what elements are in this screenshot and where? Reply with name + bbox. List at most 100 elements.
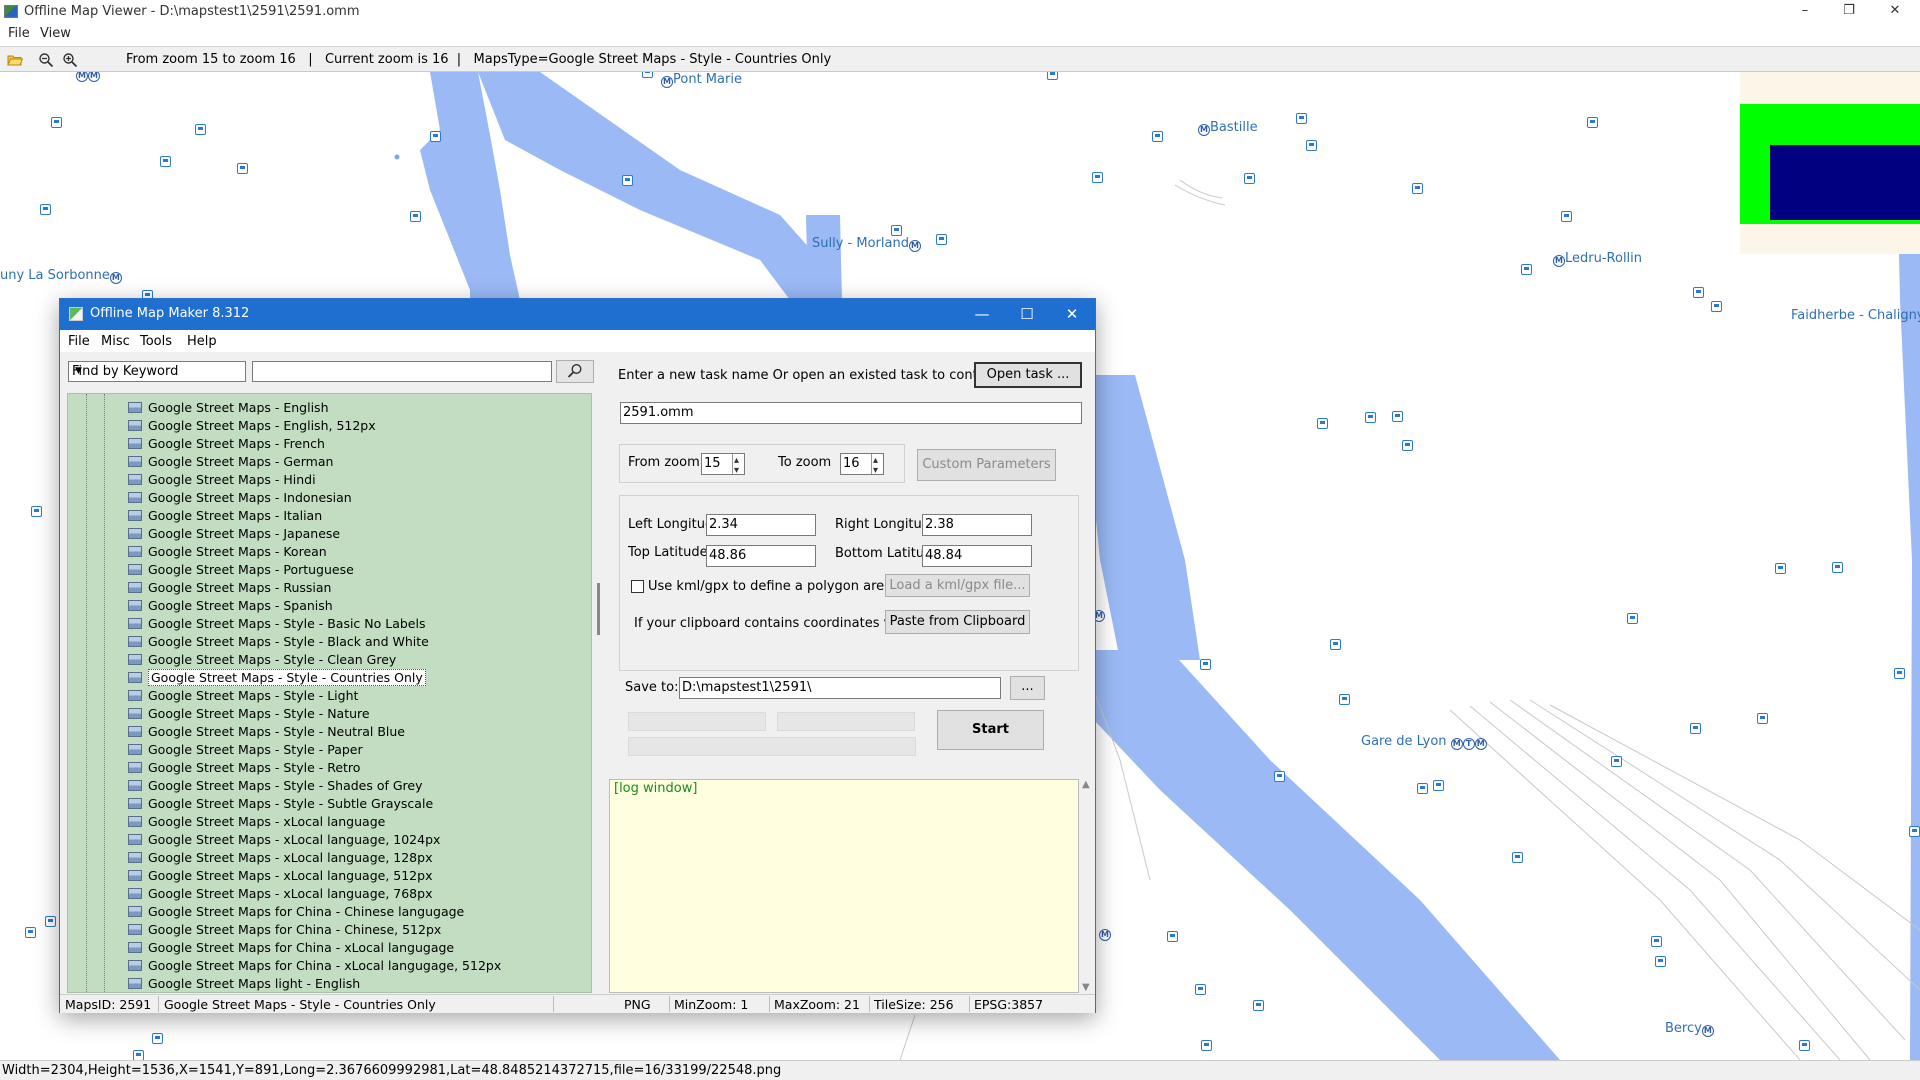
- from-zoom-spinner[interactable]: [732, 454, 744, 474]
- tree-item-label: Google Street Maps for China - xLocal la…: [148, 940, 455, 955]
- save-to-input[interactable]: D:\mapstest1\2591\: [679, 677, 1001, 699]
- dialog-maximize-button[interactable]: ☐: [1004, 299, 1050, 330]
- tree-item[interactable]: Google Street Maps - English: [128, 399, 329, 417]
- tree-item[interactable]: Google Street Maps - Style - Basic No La…: [128, 615, 425, 633]
- tree-item[interactable]: Google Street Maps - Style - Clean Grey: [128, 651, 396, 669]
- from-zoom-stepper[interactable]: 15: [701, 453, 745, 475]
- map-type-icon: [128, 960, 142, 971]
- tree-item[interactable]: Google Street Maps - Style - Black and W…: [128, 633, 429, 651]
- tree-scrollbar-thumb[interactable]: [597, 583, 600, 635]
- tree-item[interactable]: Google Street Maps - Portuguese: [128, 561, 354, 579]
- tree-item[interactable]: Google Street Maps - Indonesian: [128, 489, 352, 507]
- dialog-menu-tools[interactable]: Tools: [140, 334, 172, 349]
- tree-item[interactable]: Google Street Maps - Style - Paper: [128, 741, 363, 759]
- tree-item[interactable]: Google Street Maps for China - xLocal la…: [128, 939, 454, 957]
- dialog-menu-help[interactable]: Help: [187, 334, 217, 349]
- tree-item[interactable]: Google Street Maps - Italian: [128, 507, 322, 525]
- tree-item[interactable]: Google Street Maps - Style - Neutral Blu…: [128, 723, 405, 741]
- tree-item[interactable]: Google Street Maps - xLocal language, 12…: [128, 849, 432, 867]
- tree-item[interactable]: Google Street Maps light - English: [128, 975, 360, 992]
- bus-stop-icon: [1651, 936, 1662, 947]
- paste-from-clipboard-button[interactable]: Paste from Clipboard: [885, 610, 1030, 634]
- dialog-title: Offline Map Maker 8.312: [90, 306, 250, 321]
- open-folder-icon[interactable]: [7, 52, 23, 68]
- dialog-menu-file[interactable]: File: [68, 334, 90, 349]
- status-separator: [969, 996, 970, 1012]
- tree-item[interactable]: Google Street Maps - Style - Subtle Gray…: [128, 795, 433, 813]
- dialog-minimize-button[interactable]: —: [959, 299, 1005, 330]
- tree-item[interactable]: Google Street Maps - Hindi: [128, 471, 316, 489]
- to-zoom-stepper[interactable]: 16: [840, 453, 884, 475]
- tree-item-label: Google Street Maps for China - xLocal la…: [148, 958, 502, 973]
- map-type-icon: [128, 636, 142, 647]
- log-scrollbar[interactable]: ▲ ▼: [1079, 779, 1094, 993]
- menu-view[interactable]: View: [40, 26, 71, 41]
- status-separator: [869, 996, 870, 1012]
- map-type-icon: [128, 402, 142, 413]
- top-latitude-input[interactable]: 48.86: [706, 545, 816, 567]
- tree-item[interactable]: Google Street Maps - Style - Nature: [128, 705, 370, 723]
- bus-stop-icon: [430, 131, 441, 142]
- log-window[interactable]: [log window]: [609, 779, 1079, 993]
- map-label-gare-de-lyon: Gare de Lyon MTM: [1361, 734, 1487, 750]
- tree-item[interactable]: Google Street Maps - French: [128, 435, 325, 453]
- search-button[interactable]: [556, 360, 594, 383]
- zoom-in-icon[interactable]: [62, 52, 78, 68]
- task-prompt-label: Enter a new task name Or open an existed…: [618, 368, 1011, 383]
- tree-item[interactable]: Google Street Maps for China - xLocal la…: [128, 957, 501, 975]
- load-kml-button[interactable]: Load a kml/gpx file...: [885, 574, 1030, 597]
- tree-item[interactable]: Google Street Maps - Russian: [128, 579, 331, 597]
- left-longitude-input[interactable]: 2.34: [706, 514, 816, 536]
- tree-item[interactable]: Google Street Maps for China - Chinese, …: [128, 921, 441, 939]
- bottom-latitude-input[interactable]: 48.84: [922, 545, 1032, 567]
- start-button[interactable]: Start: [937, 710, 1044, 750]
- tree-item[interactable]: Google Street Maps - xLocal language, 51…: [128, 867, 432, 885]
- custom-parameters-button[interactable]: Custom Parameters: [917, 449, 1056, 481]
- tree-item[interactable]: Google Street Maps - Style - Countries O…: [128, 669, 426, 687]
- map-type-icon: [128, 474, 142, 485]
- tree-item[interactable]: Google Street Maps - German: [128, 453, 333, 471]
- menu-file[interactable]: File: [8, 26, 30, 41]
- map-type-icon: [128, 834, 142, 845]
- top-latitude-label: Top Latitude: [628, 545, 708, 560]
- minimize-button[interactable]: –: [1782, 0, 1828, 24]
- search-mode-select[interactable]: Find by Keyword ▼: [68, 361, 246, 382]
- tree-item[interactable]: Google Street Maps - xLocal language, 10…: [128, 831, 440, 849]
- scroll-down-icon[interactable]: ▼: [1082, 982, 1090, 993]
- to-zoom-spinner[interactable]: [871, 454, 883, 474]
- browse-button[interactable]: ...: [1010, 676, 1045, 700]
- close-button[interactable]: ✕: [1872, 0, 1918, 24]
- map-label-sorbonne: uny La Sorbonne M: [0, 268, 122, 284]
- tree-item[interactable]: Google Street Maps - English, 512px: [128, 417, 376, 435]
- kml-checkbox[interactable]: [631, 580, 644, 593]
- task-name-input[interactable]: 2591.omm: [620, 402, 1082, 424]
- tree-item[interactable]: Google Street Maps - xLocal language: [128, 813, 385, 831]
- tree-item[interactable]: Google Street Maps - Spanish: [128, 597, 333, 615]
- bus-stop-icon: [1167, 931, 1178, 942]
- right-longitude-input[interactable]: 2.38: [922, 514, 1032, 536]
- dialog-menu-misc[interactable]: Misc: [101, 334, 130, 349]
- keyword-search-input[interactable]: [252, 361, 552, 382]
- tree-item[interactable]: Google Street Maps - Style - Retro: [128, 759, 360, 777]
- scroll-up-icon[interactable]: ▲: [1082, 779, 1090, 790]
- map-label-bercy: Bercy M: [1665, 1021, 1714, 1037]
- open-task-button[interactable]: Open task ...: [974, 362, 1082, 388]
- maps-type-tree[interactable]: Google Street Maps - English Google Stree…: [67, 393, 592, 993]
- tree-item[interactable]: Google Street Maps - Japanese: [128, 525, 340, 543]
- tree-item[interactable]: Google Street Maps for China - Chinese l…: [128, 903, 464, 921]
- tree-item[interactable]: Google Street Maps - Style - Light: [128, 687, 358, 705]
- bus-stop-icon: [1587, 117, 1598, 128]
- kml-checkbox-label: Use kml/gpx to define a polygon area: [648, 579, 893, 594]
- dialog-close-button[interactable]: ✕: [1049, 299, 1095, 330]
- zoom-out-icon[interactable]: [38, 52, 54, 68]
- tree-item[interactable]: Google Street Maps - xLocal language, 76…: [128, 885, 432, 903]
- tree-item-label: Google Street Maps - Portuguese: [148, 562, 354, 577]
- bus-stop-icon: [1152, 131, 1163, 142]
- tree-item[interactable]: Google Street Maps - Style - Shades of G…: [128, 777, 423, 795]
- tree-scrollbar[interactable]: [592, 393, 609, 993]
- bus-stop-icon: [1296, 113, 1307, 124]
- maximize-button[interactable]: ❐: [1826, 0, 1872, 24]
- map-type-icon: [128, 582, 142, 593]
- tree-item[interactable]: Google Street Maps - Korean: [128, 543, 327, 561]
- metro-icon: M: [1099, 929, 1111, 941]
